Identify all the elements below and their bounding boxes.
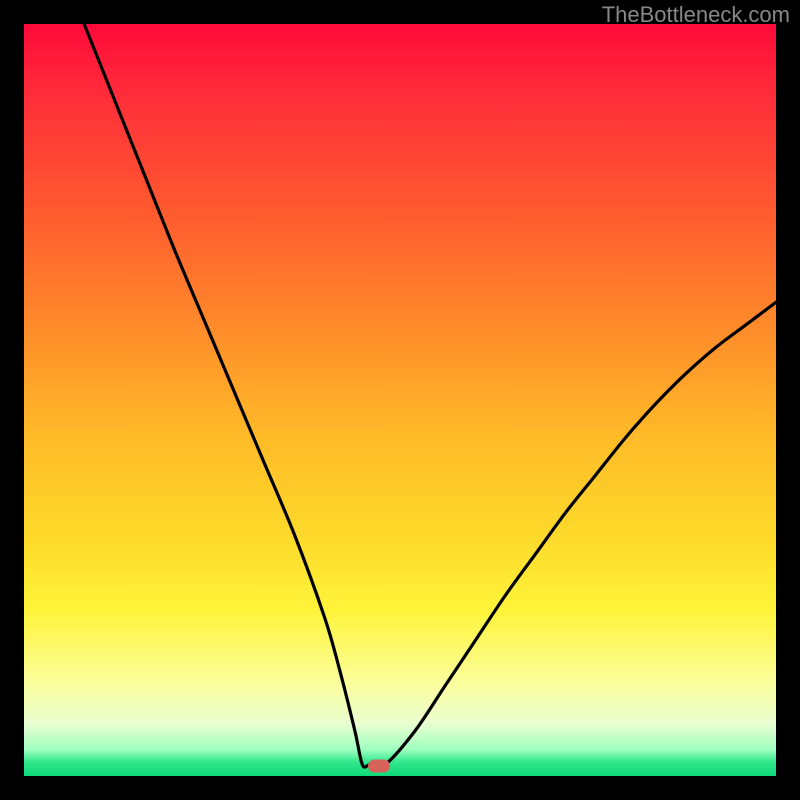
plot-area [24,24,776,776]
bottleneck-curve [84,24,776,767]
optimal-point-marker [368,760,390,773]
chart-frame: TheBottleneck.com [0,0,800,800]
curve-svg [24,24,776,776]
watermark-text: TheBottleneck.com [602,2,790,28]
